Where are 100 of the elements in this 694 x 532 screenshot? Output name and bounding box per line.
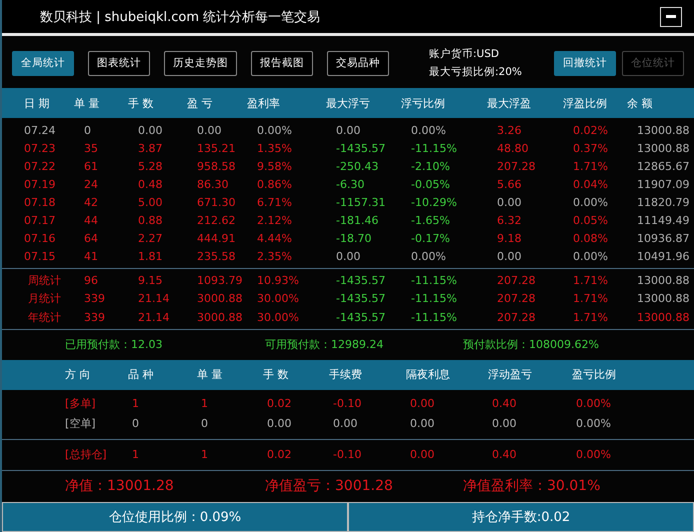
table-cell: 0.04% — [573, 178, 608, 190]
table-cell: 1.71% — [573, 274, 608, 287]
table-cell: 0.00% — [573, 196, 608, 208]
toolbar-button[interactable]: 交易品种 — [327, 50, 389, 76]
table-cell: -181.46 — [336, 214, 378, 226]
toolbar-button[interactable]: 回撤统计 — [554, 50, 616, 76]
table-cell: 0.00 — [267, 417, 292, 430]
column-header: 隔夜利息 — [406, 367, 450, 382]
table-cell: 0 — [201, 417, 208, 430]
window-title: 数贝科技 | shubeiqkl.com 统计分析每一笔交易 — [40, 8, 320, 26]
table-cell: 0.00% — [576, 448, 611, 461]
column-header: 浮动盈亏 — [488, 367, 532, 382]
prepaid-info: 预付款比例：108009.62% — [463, 337, 600, 352]
table-cell: 10491.96 — [637, 250, 690, 262]
prepaid-info: 已用预付款：12.03 — [65, 337, 164, 352]
table-cell: 9.18 — [497, 232, 522, 244]
table-cell: -1435.57 — [336, 310, 386, 324]
column-header: 单 量 — [197, 367, 222, 382]
table-cell: -10.29% — [411, 196, 457, 208]
table-cell: 07.17 — [24, 214, 56, 226]
table-cell: 07.24 — [24, 124, 56, 136]
table-cell: 5.66 — [497, 178, 522, 190]
account-info: 账户货币:USD — [429, 47, 500, 61]
toolbar-button[interactable]: 历史走势图 — [164, 50, 237, 76]
table-cell: 207.28 — [497, 310, 536, 324]
table-cell: 86.30 — [197, 178, 228, 190]
table-cell: 0.05% — [573, 214, 608, 226]
table-cell: 9.15 — [138, 274, 162, 287]
minimize-button[interactable] — [660, 6, 682, 26]
table-cell: 0.00 — [138, 124, 162, 136]
table-cell: 0.00 — [410, 417, 434, 430]
table-cell: 0.00% — [411, 124, 446, 136]
table-cell: 3.26 — [497, 124, 522, 136]
column-header: 余 额 — [627, 96, 652, 110]
column-header: 盈 亏 — [187, 96, 212, 110]
table-cell: 1.71% — [573, 292, 608, 306]
table-cell: 5.00 — [138, 196, 162, 208]
column-header: 手续费 — [329, 367, 362, 382]
table-cell: -18.70 — [336, 232, 372, 244]
toolbar-button[interactable]: 全局统计 — [12, 50, 74, 76]
table-cell: 0.02% — [573, 124, 608, 136]
table-cell: 0.00 — [410, 448, 434, 461]
table-cell: 30.00% — [257, 292, 299, 306]
table-cell: 13000.88 — [637, 124, 690, 136]
table-cell: 07.23 — [24, 142, 56, 154]
table-cell: -250.43 — [336, 160, 378, 172]
column-header: 方 向 — [65, 367, 90, 382]
table-cell: 11907.09 — [637, 178, 690, 190]
net-value: 净值盈利率：30.01% — [463, 477, 602, 495]
table-cell: 0.00 — [336, 250, 360, 262]
column-header: 品 种 — [128, 367, 154, 382]
table-cell: 0.00 — [492, 417, 516, 430]
table-cell: -11.15% — [411, 274, 457, 287]
table-cell: 6.32 — [497, 214, 522, 226]
table-cell: 13000.88 — [637, 310, 690, 324]
table-cell: 61 — [84, 160, 98, 172]
table-cell: 0.00 — [497, 250, 522, 262]
column-header: 盈利率 — [247, 96, 280, 110]
table-cell: 5.28 — [138, 160, 162, 172]
table-cell: 235.58 — [197, 250, 236, 262]
toolbar-button[interactable]: 图表统计 — [88, 50, 150, 76]
table-cell: 0.02 — [267, 397, 292, 410]
table-cell: 0.86% — [257, 178, 292, 190]
table-cell: 24 — [84, 178, 98, 190]
account-info: 最大亏损比例:20% — [429, 65, 522, 79]
table-cell: 11149.49 — [637, 214, 690, 226]
table-cell: [空单] — [65, 416, 96, 431]
toolbar-button[interactable]: 报告截图 — [251, 50, 313, 76]
table-cell: 958.58 — [197, 160, 236, 172]
table-cell: 0.02 — [267, 448, 292, 461]
table-cell: 0.37% — [573, 142, 608, 154]
table-cell: 3000.88 — [197, 310, 242, 324]
table-cell: 64 — [84, 232, 98, 244]
column-header: 日 期 — [24, 96, 50, 110]
table-cell: 13000.88 — [637, 274, 690, 287]
table-cell: [总持仓] — [65, 447, 107, 462]
table-cell: 41 — [84, 250, 98, 262]
table-cell: 1.81 — [138, 250, 162, 262]
table-cell: 339 — [84, 292, 105, 306]
net-value: 净值盈亏：3001.28 — [265, 477, 394, 495]
table-cell: 13000.88 — [637, 142, 690, 154]
table-cell: 444.91 — [197, 232, 236, 244]
table-cell: 671.30 — [197, 196, 236, 208]
table-cell: 13000.88 — [637, 292, 690, 306]
column-header: 最大浮亏 — [326, 96, 370, 110]
table-cell: 1093.79 — [197, 274, 242, 287]
table-cell: 0.00 — [336, 124, 360, 136]
table-cell: 1 — [201, 448, 208, 461]
table-cell: 0 — [132, 417, 139, 430]
footer-stat: 仓位使用比例：0.09% — [2, 502, 348, 532]
column-header: 最大浮盈 — [487, 96, 531, 110]
table-cell: -1435.57 — [336, 274, 386, 287]
table-cell: 1.71% — [573, 310, 608, 324]
table-cell: -0.17% — [411, 232, 450, 244]
table-cell: 10.93% — [257, 274, 299, 287]
table-cell: 07.15 — [24, 250, 56, 262]
table-cell: 2.35% — [257, 250, 292, 262]
table-cell: -0.10 — [333, 397, 362, 410]
table-cell: 2.12% — [257, 214, 292, 226]
table-cell: 21.14 — [138, 310, 170, 324]
